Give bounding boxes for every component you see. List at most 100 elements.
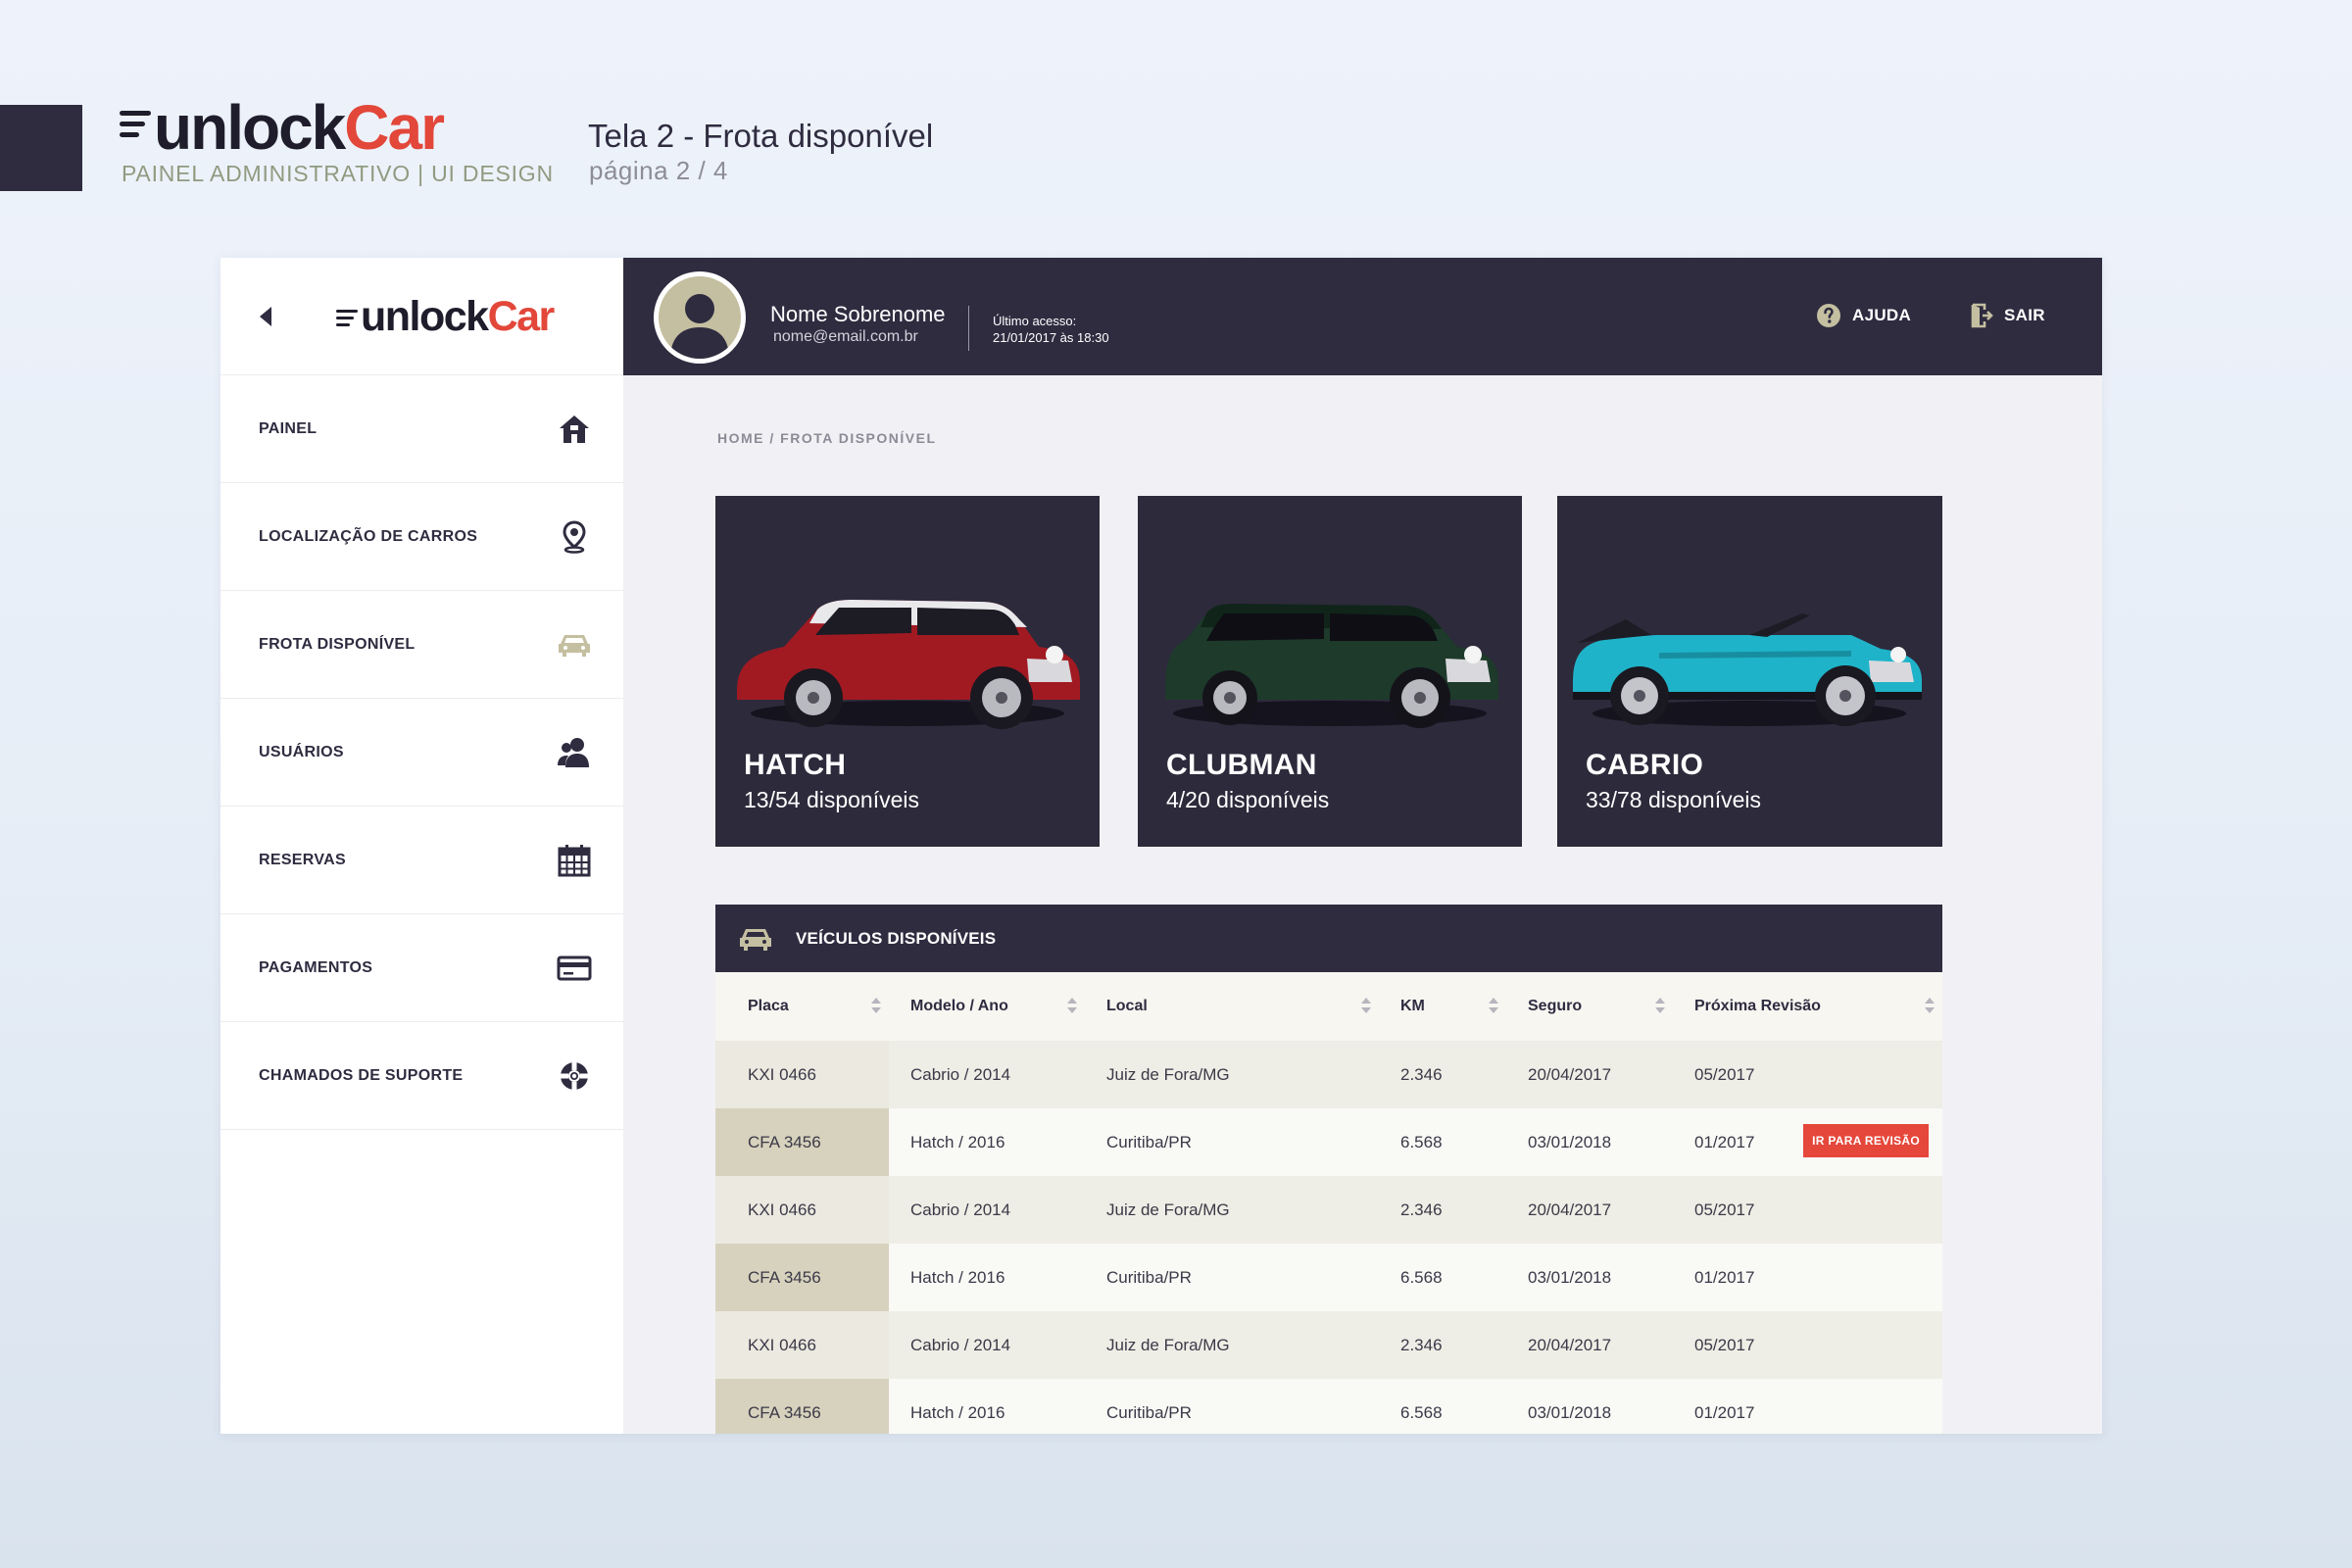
sort-icon[interactable]	[1655, 998, 1665, 1015]
cell-revisao: 05/2017	[1673, 1176, 1942, 1244]
sort-icon[interactable]	[1361, 998, 1371, 1015]
presentation-page-number: página 2 / 4	[589, 156, 728, 185]
go-to-revision-button[interactable]: IR PARA REVISÃO	[1803, 1124, 1929, 1157]
cabrio-car-image	[1573, 613, 1922, 726]
collapse-sidebar-button[interactable]	[250, 301, 281, 332]
table-row[interactable]: CFA 3456 Hatch / 2016 Curitiba/PR 6.568 03/0…	[715, 1108, 1942, 1176]
cell-placa: KXI 0466	[715, 1311, 889, 1379]
column-label: Próxima Revisão	[1694, 998, 1821, 1014]
table-row[interactable]: CFA 3456 Hatch / 2016 Curitiba/PR 6.568 03/0…	[715, 1379, 1942, 1434]
cell-local: Juiz de Fora/MG	[1085, 1311, 1379, 1379]
user-silhouette-icon	[670, 294, 729, 359]
column-label: KM	[1400, 998, 1425, 1014]
table-row[interactable]: KXI 0466 Cabrio / 2014 Juiz de Fora/MG 2.34…	[715, 1176, 1942, 1244]
sidebar-item-label: CHAMADOS DE SUPORTE	[259, 1066, 464, 1084]
presentation-accent-block	[0, 105, 82, 191]
sort-icon[interactable]	[871, 998, 881, 1015]
credit-card-icon	[555, 949, 594, 988]
sidebar-item-usuarios[interactable]: USUÁRIOS	[220, 699, 623, 807]
cell-seguro: 03/01/2018	[1506, 1244, 1673, 1311]
user-email: nome@email.com.br	[773, 328, 918, 345]
cell-km: 2.346	[1379, 1311, 1506, 1379]
table-body: KXI 0466 Cabrio / 2014 Juiz de Fora/MG 2.34…	[715, 1041, 1942, 1434]
cell-km: 6.568	[1379, 1108, 1506, 1176]
sidebar-logo[interactable]: unlock Car	[336, 293, 555, 340]
table-row[interactable]: KXI 0466 Cabrio / 2014 Juiz de Fora/MG 2.34…	[715, 1311, 1942, 1379]
cell-local: Curitiba/PR	[1085, 1244, 1379, 1311]
cell-km: 6.568	[1379, 1379, 1506, 1434]
sidebar: unlock Car PAINEL LOCALIZAÇÃO DE CARROS …	[220, 258, 623, 1434]
logo-speed-lines	[120, 111, 151, 137]
presentation-subtitle: PAINEL ADMINISTRATIVO | UI DESIGN	[122, 161, 554, 186]
cell-local: Curitiba/PR	[1085, 1379, 1379, 1434]
sidebar-item-chamados[interactable]: CHAMADOS DE SUPORTE	[220, 1022, 623, 1130]
cell-seguro: 20/04/2017	[1506, 1176, 1673, 1244]
help-icon	[1817, 304, 1840, 327]
cell-km: 6.568	[1379, 1244, 1506, 1311]
top-bar: Nome Sobrenome nome@email.com.br Último …	[623, 258, 2102, 375]
topbar-divider	[968, 306, 969, 351]
card-availability: 33/78 disponíveis	[1586, 787, 1762, 812]
presentation-logo: unlock Car	[120, 80, 445, 163]
table-row[interactable]: KXI 0466 Cabrio / 2014 Juiz de Fora/MG 2.34…	[715, 1041, 1942, 1108]
sidebar-item-reservas[interactable]: RESERVAS	[220, 807, 623, 914]
column-header-proxima-revisao[interactable]: Próxima Revisão	[1673, 972, 1942, 1041]
table-header-bar: VEÍCULOS DISPONÍVEIS	[715, 905, 1942, 972]
fleet-card-hatch[interactable]: HATCH 13/54 disponíveis	[715, 496, 1100, 847]
card-title: CABRIO	[1586, 749, 1704, 781]
user-name: Nome Sobrenome	[770, 302, 946, 326]
map-pin-icon	[555, 517, 594, 557]
logo-word-car: Car	[344, 92, 445, 163]
cell-modelo: Cabrio / 2014	[889, 1311, 1085, 1379]
help-button[interactable]: AJUDA	[1816, 303, 1911, 328]
cell-revisao: 01/2017	[1673, 1244, 1942, 1311]
card-availability: 13/54 disponíveis	[744, 787, 920, 812]
card-availability: 4/20 disponíveis	[1166, 787, 1330, 812]
cell-local: Curitiba/PR	[1085, 1108, 1379, 1176]
breadcrumb[interactable]: HOME / FROTA DISPONÍVEL	[717, 430, 937, 446]
table-header-row: Placa Modelo / Ano Local KM Seguro Próxi…	[715, 972, 1942, 1041]
card-title: HATCH	[744, 749, 847, 781]
column-header-seguro[interactable]: Seguro	[1506, 972, 1673, 1041]
vehicles-data-table: Placa Modelo / Ano Local KM Seguro Próxi…	[715, 972, 1942, 1434]
hatch-car-image	[737, 600, 1080, 729]
logout-icon	[1971, 303, 1993, 328]
cell-km: 2.346	[1379, 1041, 1506, 1108]
cell-placa: KXI 0466	[715, 1176, 889, 1244]
cell-modelo: Hatch / 2016	[889, 1244, 1085, 1311]
help-label: AJUDA	[1852, 306, 1912, 324]
cell-local: Juiz de Fora/MG	[1085, 1176, 1379, 1244]
cell-modelo: Hatch / 2016	[889, 1108, 1085, 1176]
column-label: Local	[1106, 998, 1148, 1014]
sidebar-item-pagamentos[interactable]: PAGAMENTOS	[220, 914, 623, 1022]
logout-button[interactable]: SAIR	[1970, 303, 2045, 328]
column-header-local[interactable]: Local	[1085, 972, 1379, 1041]
cell-placa: KXI 0466	[715, 1041, 889, 1108]
cell-seguro: 20/04/2017	[1506, 1041, 1673, 1108]
column-header-placa[interactable]: Placa	[715, 972, 889, 1041]
fleet-card-cabrio[interactable]: CABRIO 33/78 disponíveis	[1557, 496, 1942, 847]
logo-word-unlock: unlock	[154, 92, 346, 163]
sidebar-item-frota-disponivel[interactable]: FROTA DISPONÍVEL	[220, 591, 623, 699]
column-header-km[interactable]: KM	[1379, 972, 1506, 1041]
sort-icon[interactable]	[1489, 998, 1498, 1015]
table-row[interactable]: CFA 3456 Hatch / 2016 Curitiba/PR 6.568 03/0…	[715, 1244, 1942, 1311]
avatar[interactable]	[654, 271, 746, 364]
logo-speed-lines	[336, 310, 358, 326]
sort-icon[interactable]	[1067, 998, 1077, 1015]
column-header-modelo[interactable]: Modelo / Ano	[889, 972, 1085, 1041]
fleet-card-clubman[interactable]: CLUBMAN 4/20 disponíveis	[1138, 496, 1522, 847]
table-title: VEÍCULOS DISPONÍVEIS	[796, 928, 997, 948]
sidebar-item-painel[interactable]: PAINEL	[220, 375, 623, 483]
lifebuoy-icon	[555, 1056, 594, 1096]
cell-text: 01/2017	[1694, 1267, 1755, 1287]
logo-word-unlock: unlock	[361, 293, 489, 340]
cell-text: 01/2017	[1694, 1402, 1755, 1422]
sidebar-item-label: FROTA DISPONÍVEL	[259, 635, 416, 653]
sidebar-item-localizacao[interactable]: LOCALIZAÇÃO DE CARROS	[220, 483, 623, 591]
sort-icon[interactable]	[1925, 998, 1935, 1015]
sidebar-item-label: PAGAMENTOS	[259, 958, 373, 976]
sidebar-item-label: LOCALIZAÇÃO DE CARROS	[259, 527, 478, 545]
cell-text: 05/2017	[1694, 1200, 1755, 1219]
calendar-icon	[555, 841, 594, 880]
